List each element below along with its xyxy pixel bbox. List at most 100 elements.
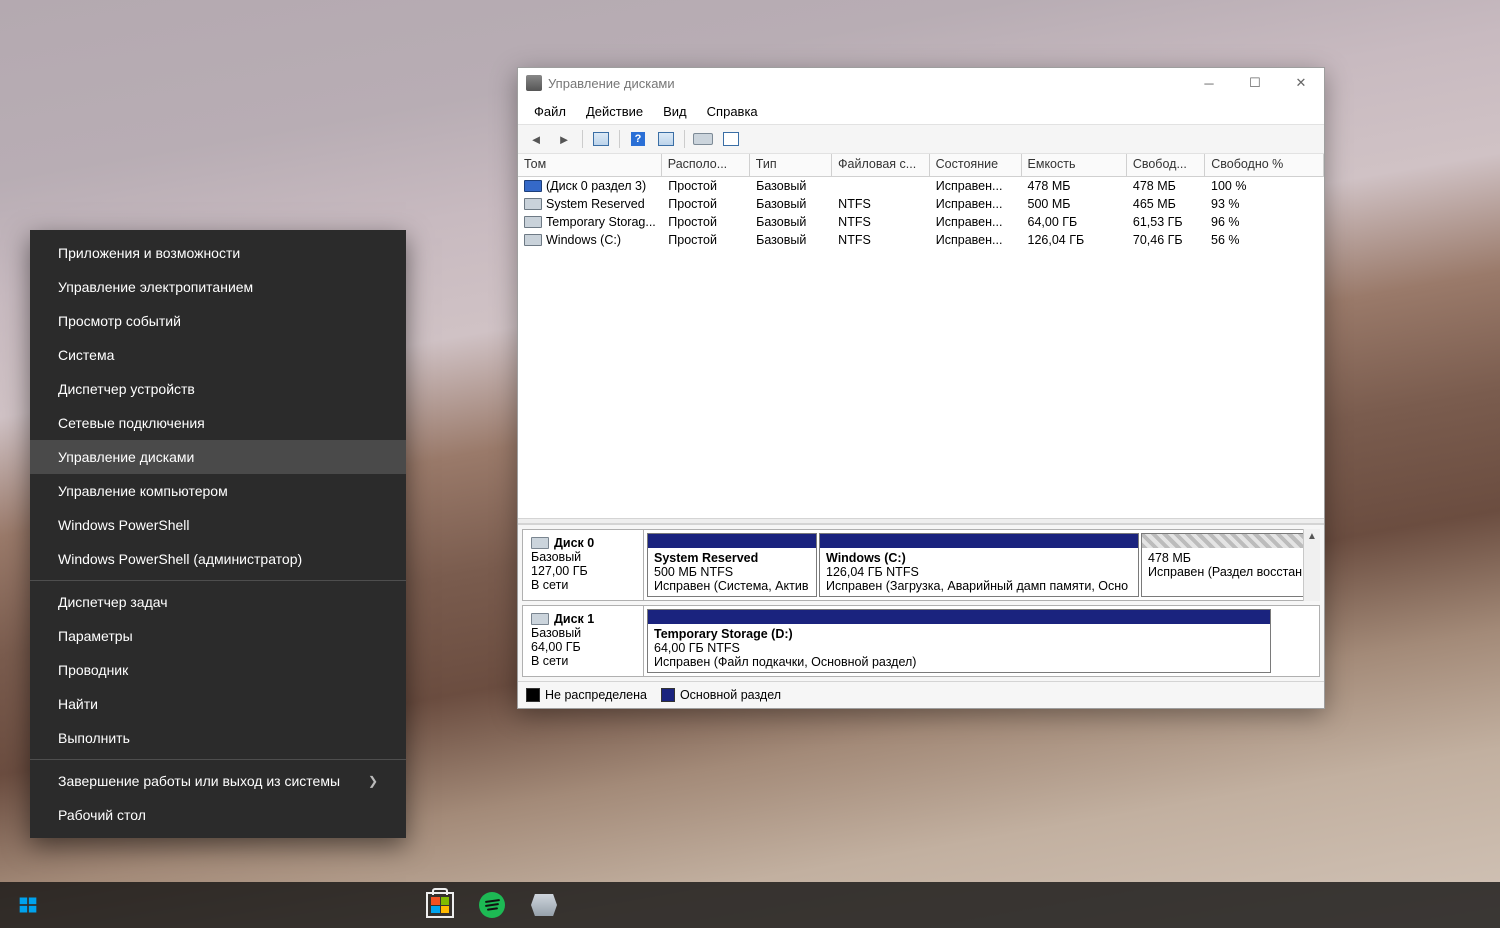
cell-capacity: 500 МБ bbox=[1022, 197, 1127, 211]
cell-status: Исправен... bbox=[930, 197, 1022, 211]
disk-block[interactable]: Диск 1Базовый64,00 ГБВ сетиTemporary Sto… bbox=[522, 605, 1320, 677]
winx-item[interactable]: Параметры bbox=[30, 619, 406, 653]
legend-unallocated-label: Не распределена bbox=[545, 688, 647, 702]
winx-item[interactable]: Выполнить bbox=[30, 721, 406, 755]
cell-fs: NTFS bbox=[832, 215, 930, 229]
cell-freepct: 93 % bbox=[1205, 197, 1324, 211]
taskbar-spotify[interactable] bbox=[466, 882, 518, 928]
volume-list-empty-area[interactable] bbox=[518, 249, 1324, 518]
forward-button[interactable]: ► bbox=[551, 127, 577, 151]
winx-item[interactable]: Найти bbox=[30, 687, 406, 721]
volume-icon bbox=[524, 216, 542, 228]
cell-capacity: 64,00 ГБ bbox=[1022, 215, 1127, 229]
winx-item[interactable]: Windows PowerShell (администратор) bbox=[30, 542, 406, 576]
table-row[interactable]: System ReservedПростойБазовыйNTFSИсправе… bbox=[518, 195, 1324, 213]
help-button[interactable]: ? bbox=[625, 127, 651, 151]
maximize-button[interactable]: ☐ bbox=[1232, 68, 1278, 98]
winx-item[interactable]: Диспетчер устройств bbox=[30, 372, 406, 406]
winx-item[interactable]: Управление электропитанием bbox=[30, 270, 406, 304]
volume-list-header: Том Располо... Тип Файловая с... Состоян… bbox=[518, 154, 1324, 177]
winx-item[interactable]: Приложения и возможности bbox=[30, 236, 406, 270]
cell-layout: Простой bbox=[662, 215, 750, 229]
winx-item[interactable]: Просмотр событий bbox=[30, 304, 406, 338]
col-free[interactable]: Свобод... bbox=[1127, 154, 1205, 176]
cell-layout: Простой bbox=[662, 179, 750, 193]
menu-view[interactable]: Вид bbox=[653, 100, 697, 123]
winx-item[interactable]: Управление компьютером bbox=[30, 474, 406, 508]
close-button[interactable]: ✕ bbox=[1278, 68, 1324, 98]
col-type[interactable]: Тип bbox=[750, 154, 832, 176]
legend-primary-label: Основной раздел bbox=[680, 688, 781, 702]
cell-freepct: 56 % bbox=[1205, 233, 1324, 247]
titlebar[interactable]: Управление дисками ─ ☐ ✕ bbox=[518, 68, 1324, 98]
winx-item[interactable]: Система bbox=[30, 338, 406, 372]
partition[interactable]: Temporary Storage (D:)64,00 ГБ NTFSИспра… bbox=[647, 609, 1271, 673]
taskbar-store[interactable] bbox=[414, 882, 466, 928]
start-button[interactable] bbox=[2, 882, 54, 928]
disk-graphical-view: Диск 0Базовый127,00 ГБВ сетиSystem Reser… bbox=[518, 524, 1324, 681]
col-volume[interactable]: Том bbox=[518, 154, 662, 176]
winx-item[interactable]: Управление дисками bbox=[30, 440, 406, 474]
menubar: Файл Действие Вид Справка bbox=[518, 98, 1324, 124]
winx-item[interactable]: Рабочий стол bbox=[30, 798, 406, 832]
minimize-button[interactable]: ─ bbox=[1186, 68, 1232, 98]
back-button[interactable]: ◄ bbox=[523, 127, 549, 151]
volume-list[interactable]: (Диск 0 раздел 3)ПростойБазовыйИсправен.… bbox=[518, 177, 1324, 249]
table-row[interactable]: Temporary Storag...ПростойБазовыйNTFSИсп… bbox=[518, 213, 1324, 231]
cell-capacity: 478 МБ bbox=[1022, 179, 1127, 193]
cell-free: 478 МБ bbox=[1127, 179, 1205, 193]
winx-item[interactable]: Сетевые подключения bbox=[30, 406, 406, 440]
winx-item[interactable]: Проводник bbox=[30, 653, 406, 687]
disk-icon bbox=[531, 537, 549, 549]
disk-label: Диск 0Базовый127,00 ГБВ сети bbox=[523, 530, 644, 600]
cell-type: Базовый bbox=[750, 197, 832, 211]
legend-swatch-unallocated bbox=[526, 688, 540, 702]
col-status[interactable]: Состояние bbox=[930, 154, 1022, 176]
legend: Не распределена Основной раздел bbox=[518, 681, 1324, 708]
taskbar[interactable] bbox=[0, 882, 1500, 928]
col-capacity[interactable]: Емкость bbox=[1022, 154, 1127, 176]
cell-status: Исправен... bbox=[930, 179, 1022, 193]
view-bottom-button[interactable] bbox=[653, 127, 679, 151]
partition[interactable]: Windows (C:)126,04 ГБ NTFSИсправен (Загр… bbox=[819, 533, 1139, 597]
cell-type: Базовый bbox=[750, 179, 832, 193]
menu-help[interactable]: Справка bbox=[697, 100, 768, 123]
menu-action[interactable]: Действие bbox=[576, 100, 653, 123]
taskbar-app3[interactable] bbox=[518, 882, 570, 928]
cell-layout: Простой bbox=[662, 233, 750, 247]
menu-file[interactable]: Файл bbox=[524, 100, 576, 123]
cell-freepct: 100 % bbox=[1205, 179, 1324, 193]
cell-freepct: 96 % bbox=[1205, 215, 1324, 229]
start-context-menu[interactable]: Приложения и возможностиУправление элект… bbox=[30, 230, 406, 838]
disk-icon-button[interactable] bbox=[690, 127, 716, 151]
list-button[interactable] bbox=[718, 127, 744, 151]
partition[interactable]: System Reserved500 МБ NTFSИсправен (Сист… bbox=[647, 533, 817, 597]
cell-layout: Простой bbox=[662, 197, 750, 211]
cell-free: 61,53 ГБ bbox=[1127, 215, 1205, 229]
legend-swatch-primary bbox=[661, 688, 675, 702]
col-fs[interactable]: Файловая с... bbox=[832, 154, 930, 176]
menu-separator bbox=[30, 580, 406, 581]
cell-type: Базовый bbox=[750, 215, 832, 229]
winx-item[interactable]: Завершение работы или выход из системы❯ bbox=[30, 764, 406, 798]
cell-fs: NTFS bbox=[832, 197, 930, 211]
cell-status: Исправен... bbox=[930, 233, 1022, 247]
disk-block[interactable]: Диск 0Базовый127,00 ГБВ сетиSystem Reser… bbox=[522, 529, 1320, 601]
table-row[interactable]: (Диск 0 раздел 3)ПростойБазовый Исправен.… bbox=[518, 177, 1324, 195]
col-freepct[interactable]: Свободно % bbox=[1205, 154, 1324, 176]
store-icon bbox=[426, 892, 454, 918]
scrollbar[interactable]: ▲ bbox=[1303, 529, 1320, 601]
col-layout[interactable]: Располо... bbox=[662, 154, 750, 176]
winx-item[interactable]: Диспетчер задач bbox=[30, 585, 406, 619]
cell-type: Базовый bbox=[750, 233, 832, 247]
table-row[interactable]: Windows (C:)ПростойБазовыйNTFSИсправен..… bbox=[518, 231, 1324, 249]
cell-volume: (Диск 0 раздел 3) bbox=[518, 179, 662, 193]
winx-item[interactable]: Windows PowerShell bbox=[30, 508, 406, 542]
volume-icon bbox=[524, 234, 542, 246]
cell-status: Исправен... bbox=[930, 215, 1022, 229]
partition[interactable]: 478 МБИсправен (Раздел восстан bbox=[1141, 533, 1307, 597]
app-icon bbox=[526, 75, 542, 91]
view-top-button[interactable] bbox=[588, 127, 614, 151]
cell-capacity: 126,04 ГБ bbox=[1022, 233, 1127, 247]
cell-free: 70,46 ГБ bbox=[1127, 233, 1205, 247]
